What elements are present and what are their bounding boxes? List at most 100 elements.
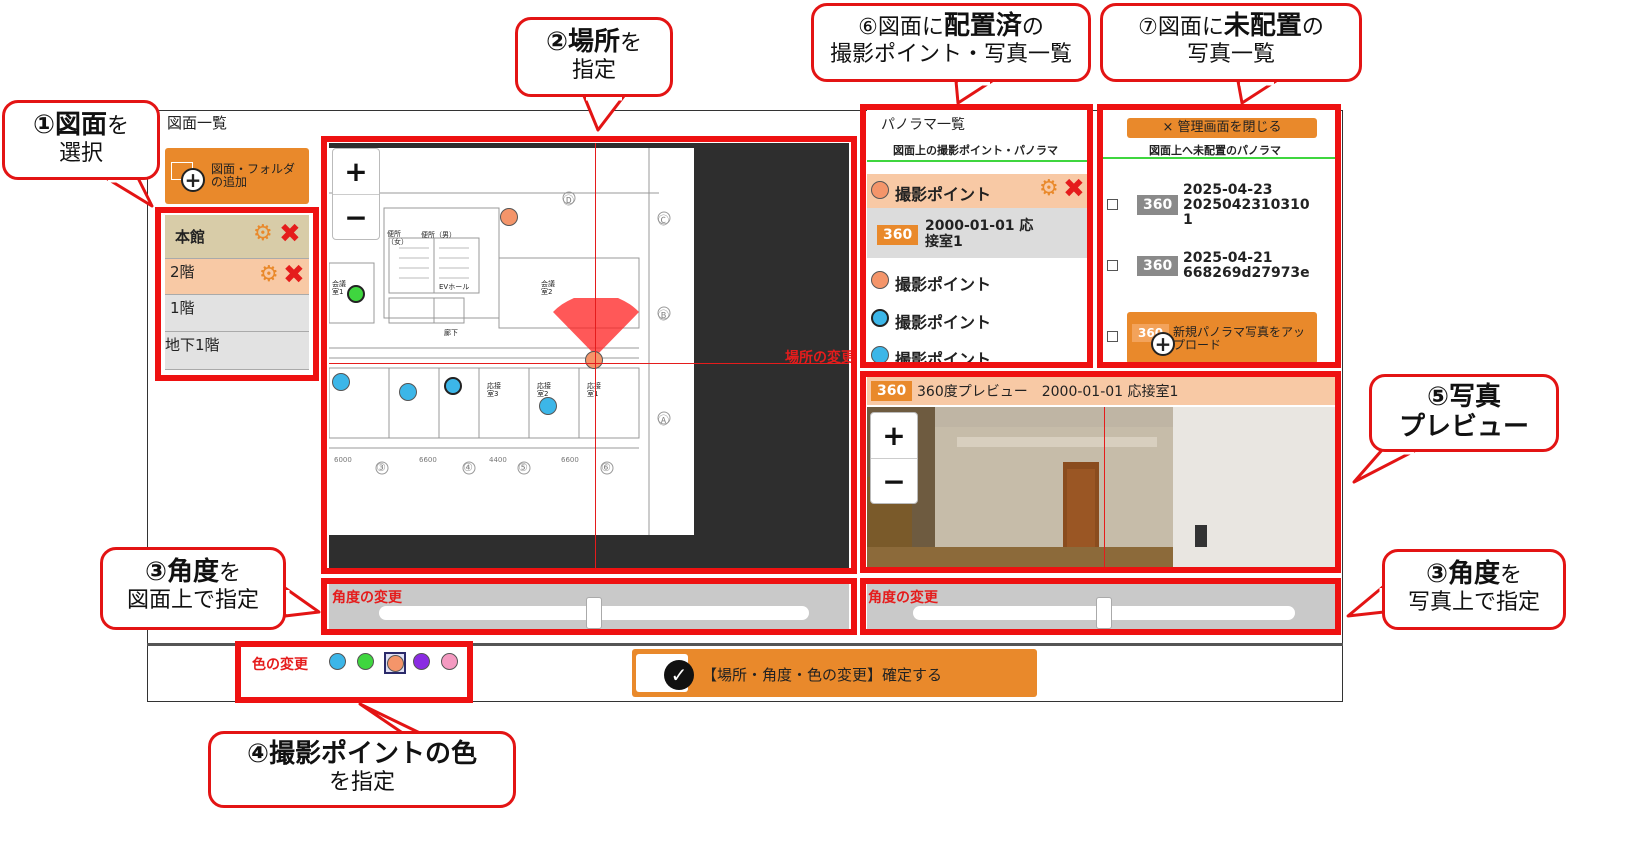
panorama-list-panel: パノラマ一覧 図面上の撮影ポイント・パノラマ 撮影ポイント ⚙ ✖ 360 20… <box>867 110 1087 364</box>
unplaced-panel: × 管理画面を閉じる 図面上へ未配置のパノラマ 360 2025-04-23 2… <box>1103 110 1335 364</box>
callout-small: を <box>620 31 643 56</box>
panorama-360-badge: 360 <box>1137 195 1179 215</box>
list-item-point-selected[interactable]: 撮影ポイント ⚙ ✖ <box>867 174 1087 208</box>
angle-change-label: 角度の変更 <box>868 590 938 606</box>
gear-icon[interactable]: ⚙ <box>259 262 279 287</box>
color-swatch[interactable] <box>440 652 462 674</box>
floor-item-2f[interactable]: 2階 ⚙ ✖ <box>165 259 309 295</box>
callout-small: 写真一覧 <box>1186 41 1275 67</box>
unplaced-name: 668269d27973e <box>1183 265 1310 281</box>
select-checkbox[interactable] <box>1107 260 1118 271</box>
camera-point[interactable] <box>500 208 518 226</box>
color-change-label: 色の変更 <box>252 657 308 673</box>
floor-item-b1f[interactable]: 地下1階 <box>165 332 309 370</box>
camera-point[interactable] <box>444 377 462 395</box>
grid-label: ③ <box>376 461 386 474</box>
grid-label: ④ <box>463 461 473 474</box>
callout-preview: ⑤写真 プレビュー <box>1369 374 1559 452</box>
callout-tail <box>1346 584 1386 618</box>
color-swatch[interactable] <box>412 652 434 674</box>
panorama-label: 2000-01-01 応接室1 <box>925 218 1034 250</box>
point-icon <box>871 271 889 289</box>
room-photo <box>867 407 1335 567</box>
select-checkbox[interactable] <box>1107 199 1118 210</box>
crosshair-vertical <box>595 143 596 568</box>
color-swatch-dot <box>441 653 458 670</box>
panorama-list-title: パノラマ一覧 <box>881 117 965 133</box>
camera-point[interactable] <box>399 383 417 401</box>
dimension-label: 6600 <box>419 456 437 464</box>
floor-label: 地下1階 <box>165 336 220 354</box>
list-item-point[interactable]: 撮影ポイント <box>867 268 1087 298</box>
grid-label: ⑤ <box>518 461 528 474</box>
preview-viewer[interactable]: + − <box>867 407 1335 567</box>
view-direction-cone[interactable] <box>551 298 641 358</box>
location-change-label: 場所の変更 <box>785 350 855 366</box>
app-title: 図面一覧 <box>167 114 228 132</box>
preview-zoom-in-button[interactable]: + <box>871 413 917 459</box>
map-zoom-out-button[interactable]: − <box>333 195 379 240</box>
delete-icon[interactable]: ✖ <box>279 219 301 249</box>
room-label: 便所（女） <box>387 230 408 246</box>
map-zoom-in-button[interactable]: + <box>333 149 379 195</box>
preview-title: 360度プレビュー 2000-01-01 応接室1 <box>917 384 1179 400</box>
angle-slider-thumb[interactable] <box>586 597 602 629</box>
delete-icon[interactable]: ✖ <box>1063 174 1085 204</box>
callout-big: ④撮影ポイントの色 <box>246 739 477 769</box>
camera-point[interactable] <box>539 397 557 415</box>
camera-point[interactable] <box>347 285 365 303</box>
unplaced-date: 2025-04-23 <box>1183 182 1273 198</box>
upload-panorama-button[interactable]: 360 + 新規パノラマ写真をアップロード <box>1127 312 1317 364</box>
angle-slider-thumb[interactable] <box>1096 597 1112 629</box>
unplaced-item[interactable]: 360 2025-04-21 668269d27973e <box>1103 248 1335 288</box>
unplaced-item[interactable]: 360 2025-04-23 2025042310310 1 <box>1103 180 1335 230</box>
callout-angle-map: ③角度を 図面上で指定 <box>100 547 286 630</box>
divider-green <box>1103 157 1335 159</box>
color-swatch[interactable] <box>384 652 406 674</box>
callout-location: ②場所を 指定 <box>515 17 673 97</box>
room-label: 応接室3 <box>487 382 501 398</box>
point-icon <box>871 309 889 327</box>
grid-label: ⑥ <box>601 461 611 474</box>
color-swatch-dot <box>329 653 346 670</box>
plus-circle-icon: + <box>1151 332 1175 356</box>
grid-label: Ⓒ <box>658 214 669 227</box>
floor-item-1f[interactable]: 1階 <box>165 295 309 332</box>
callout-tail <box>954 79 994 105</box>
add-drawing-button[interactable]: + 図面・フォルダの追加 <box>165 148 309 204</box>
floor-item-honkan[interactable]: 本館 ⚙ ✖ <box>165 215 309 259</box>
list-item-point[interactable]: 撮影ポイント <box>867 343 1087 364</box>
room-label: 会議室1 <box>332 280 346 296</box>
floor-list: 本館 ⚙ ✖ 2階 ⚙ ✖ 1階 地下1階 <box>165 215 309 370</box>
list-item-panorama[interactable]: 360 2000-01-01 応接室1 <box>867 208 1087 258</box>
angle-panel-photo: 角度の変更 <box>867 584 1335 630</box>
point-label: 撮影ポイント <box>895 275 992 294</box>
delete-icon[interactable]: ✖ <box>283 260 305 290</box>
add-drawing-label: 図面・フォルダの追加 <box>211 162 296 189</box>
preview-zoom-out-button[interactable]: − <box>871 459 917 504</box>
callout-tail <box>1352 448 1418 484</box>
preview-zoom-control: + − <box>870 412 918 504</box>
divider-green <box>867 160 1087 162</box>
camera-point[interactable] <box>585 351 603 369</box>
callout-small: ⑥図面に <box>858 15 944 40</box>
list-item-point[interactable]: 撮影ポイント <box>867 306 1087 336</box>
camera-point[interactable] <box>332 373 350 391</box>
dimension-label: 6600 <box>561 456 579 464</box>
gear-icon[interactable]: ⚙ <box>1039 176 1059 201</box>
close-admin-button[interactable]: × 管理画面を閉じる <box>1127 118 1317 138</box>
confirm-button[interactable]: ✓ 【場所・角度・色の変更】確定する <box>632 649 1037 697</box>
callout-small: 選択 <box>58 140 103 166</box>
callout-angle-photo: ③角度を 写真上で指定 <box>1382 549 1566 630</box>
unplaced-date: 2025-04-21 <box>1183 250 1273 266</box>
grid-label: Ⓓ <box>563 194 574 207</box>
preview-360-badge: 360 <box>871 381 913 401</box>
color-swatch[interactable] <box>328 652 350 674</box>
color-swatch[interactable] <box>356 652 378 674</box>
gear-icon[interactable]: ⚙ <box>253 221 273 246</box>
map-viewer[interactable]: 便所（女） 便所（男） EVホール 会議室2 会議室1 廊下 応接室3 応接室2… <box>329 143 849 568</box>
callout-unplaced-list: ⑦図面に未配置の 写真一覧 <box>1100 3 1362 82</box>
callout-small: を <box>107 114 130 139</box>
select-checkbox[interactable] <box>1107 331 1118 342</box>
callout-placed-list: ⑥図面に配置済の 撮影ポイント・写真一覧 <box>811 3 1091 82</box>
